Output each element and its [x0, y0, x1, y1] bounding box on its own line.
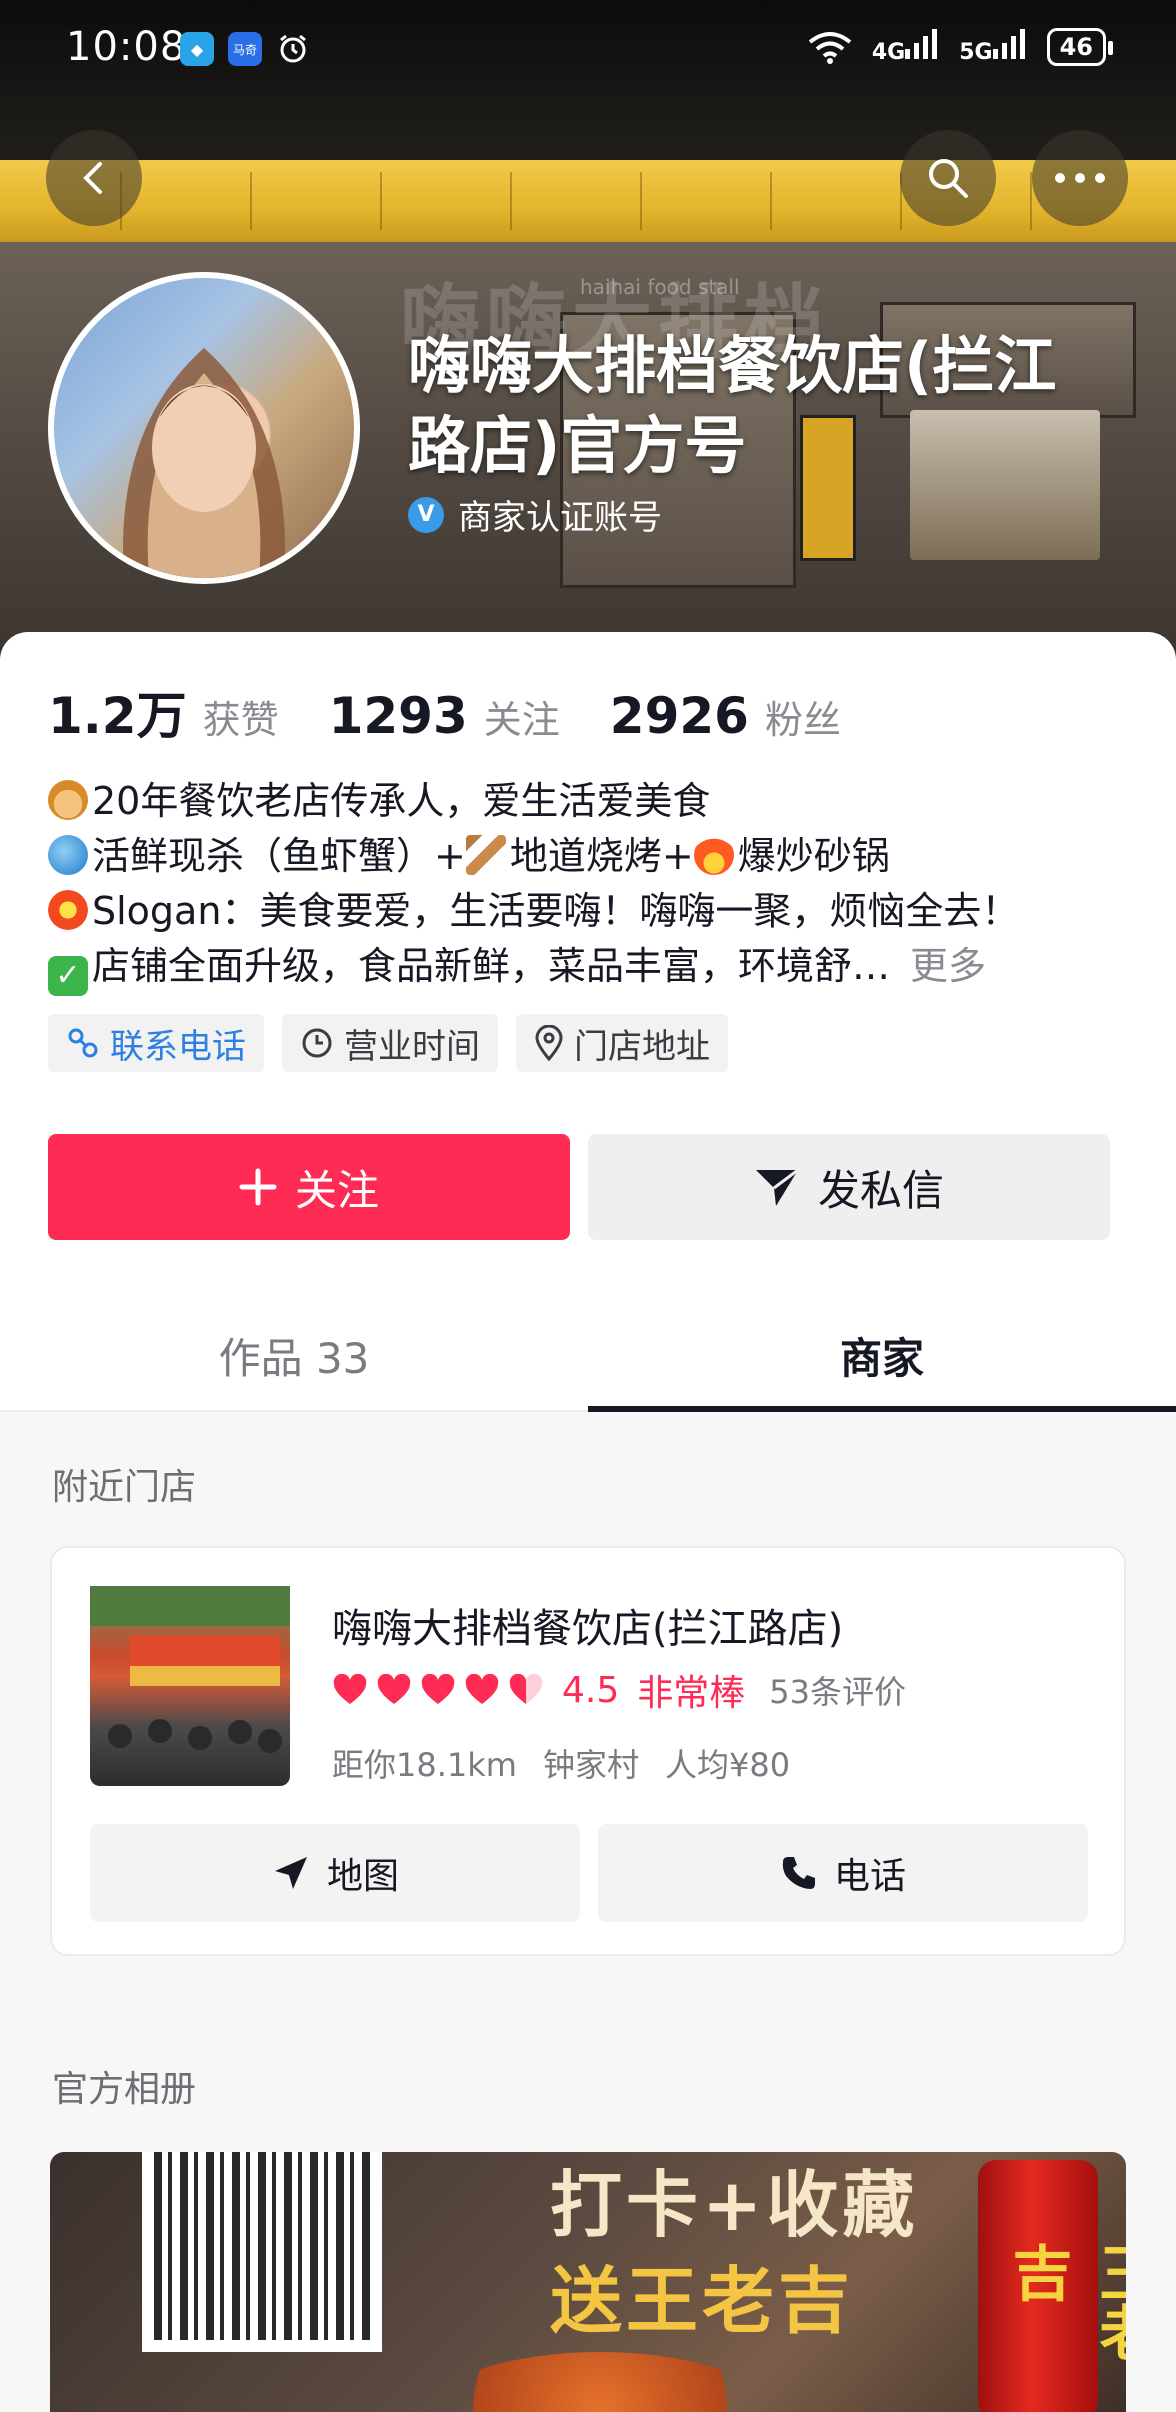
store-distance: 距你18.1km — [332, 1746, 517, 1784]
verified-badge-icon: V — [408, 496, 444, 533]
food-plate-image — [430, 2352, 770, 2412]
stat-label: 粉丝 — [764, 698, 841, 742]
call-label: 电话 — [833, 1856, 906, 1897]
verified-label: V 商家认证账号 — [408, 490, 662, 539]
wifi-icon — [808, 32, 852, 64]
stat-following[interactable]: 1293 关注 — [329, 687, 560, 745]
navigation-arrow-icon — [274, 1857, 307, 1889]
stat-value: 1293 — [328, 687, 468, 745]
stat-label: 关注 — [483, 698, 560, 742]
banner-sign-strip — [0, 160, 1176, 242]
phone-link-icon — [68, 1028, 98, 1058]
bio-more-link[interactable]: 更多 — [910, 944, 986, 988]
location-pin-icon — [535, 1025, 563, 1061]
nearby-stores-title: 附近门店 — [52, 1467, 197, 1508]
store-name: 嗨嗨大排档餐饮店(拦江路店) — [332, 1606, 844, 1652]
store-meta: 距你18.1km 钟家村 人均¥80 — [332, 1740, 790, 1786]
status-time: 10:08 — [66, 24, 187, 70]
app-notification-icon: 马奇 — [228, 32, 262, 66]
rating-word: 非常棒 — [637, 1673, 746, 1714]
drink-can-text: 王老吉 — [1002, 2242, 1126, 2362]
chip-phone[interactable]: 联系电话 — [48, 1014, 264, 1072]
woman-emoji-icon — [48, 780, 88, 820]
heart-rating-icon — [465, 1674, 499, 1704]
store-avg-price: 人均¥80 — [664, 1746, 791, 1784]
alarm-icon — [276, 32, 310, 66]
stat-value: 1.2万 — [48, 687, 187, 745]
official-album-title: 官方相册 — [52, 2069, 197, 2110]
boom-emoji-icon — [48, 890, 88, 930]
album-headline: 打卡+收藏 — [550, 2163, 919, 2247]
clock-icon — [302, 1028, 332, 1058]
profile-tabs: 作品 33 商家 — [0, 1300, 1176, 1412]
bio-line: 活鲜现杀（鱼虾蟹）+ 地道烧烤+ 爆炒砂锅 — [48, 829, 1128, 884]
bio-line: Slogan：美食要爱，生活要嗨！嗨嗨一聚，烦恼全去！ — [48, 884, 1128, 939]
follow-label: 关注 — [294, 1165, 379, 1215]
official-album-image[interactable]: 打卡+收藏 送王老吉 王老吉 — [50, 2152, 1126, 2412]
app-notification-icon: ◆ — [180, 32, 214, 66]
search-button[interactable] — [900, 130, 996, 226]
chip-hours[interactable]: 营业时间 — [282, 1014, 498, 1072]
heart-rating-icon — [333, 1674, 367, 1704]
store-card[interactable]: 嗨嗨大排档餐饮店(拦江路店) 4.5 非常棒 53条评价 距你18.1km 钟家… — [50, 1546, 1126, 1956]
chevron-left-icon — [83, 162, 102, 194]
stat-label: 获赞 — [202, 698, 279, 742]
message-button[interactable]: 发私信 — [588, 1134, 1110, 1240]
contact-chips: 联系电话 营业时间 门店地址 — [48, 1014, 728, 1072]
fire-emoji-icon — [693, 835, 734, 875]
tab-works[interactable]: 作品 33 — [0, 1300, 588, 1410]
wave-emoji-icon — [48, 835, 88, 875]
search-icon — [929, 159, 968, 198]
more-button[interactable] — [1032, 130, 1128, 226]
store-rating: 4.5 非常棒 53条评价 — [332, 1664, 906, 1716]
heart-rating-icon — [421, 1674, 455, 1704]
banner-shop-subtext: haihai food stall — [580, 275, 740, 299]
bio-line: 20年餐饮老店传承人，爱生活爱美食 — [48, 774, 1128, 829]
chip-address[interactable]: 门店地址 — [516, 1014, 728, 1072]
map-label: 地图 — [326, 1856, 399, 1897]
stats-row: 1.2万 获赞 1293 关注 2926 粉丝 — [48, 676, 891, 748]
chip-label: 门店地址 — [574, 1026, 710, 1067]
plus-icon — [239, 1168, 277, 1206]
profile-name: 嗨嗨大排档餐饮店(拦江路店)官方号 — [408, 329, 1057, 482]
message-label: 发私信 — [817, 1165, 944, 1215]
profile-bio[interactable]: 20年餐饮老店传承人，爱生活爱美食 活鲜现杀（鱼虾蟹）+ 地道烧烤+ 爆炒砂锅 Sl… — [48, 774, 1128, 996]
skewer-emoji-icon — [465, 835, 506, 875]
store-area: 钟家村 — [542, 1746, 639, 1784]
status-bar: 10:08 ◆ 马奇 4G 5G 46 — [0, 0, 1176, 100]
avatar[interactable] — [48, 272, 360, 584]
bio-line: ✓ 店铺全面升级，食品新鲜，菜品丰富，环境舒… 更多 — [48, 939, 1128, 996]
profile-banner: 嗨嗨大排档 haihai food stall 10:08 ◆ 马奇 4G 5G… — [0, 0, 1176, 680]
call-button[interactable]: 电话 — [598, 1824, 1088, 1922]
qr-code-image — [142, 2152, 382, 2352]
album-subheadline: 送王老吉 — [550, 2259, 855, 2343]
tab-merchant[interactable]: 商家 — [588, 1300, 1176, 1410]
stat-likes[interactable]: 1.2万 获赞 — [48, 676, 279, 748]
follow-button[interactable]: 关注 — [48, 1134, 570, 1240]
review-count[interactable]: 53条评价 — [769, 1667, 906, 1713]
back-button[interactable] — [46, 130, 142, 226]
heart-half-rating-icon — [509, 1674, 543, 1704]
stat-value: 2926 — [609, 687, 749, 745]
battery-icon: 46 — [1046, 28, 1114, 66]
send-icon — [755, 1168, 799, 1206]
signal-4g-icon: 4G — [872, 29, 939, 65]
profile-card: 1.2万 获赞 1293 关注 2926 粉丝 20年餐饮老店传承人，爱生活爱美… — [0, 632, 1176, 2412]
phone-icon — [782, 1857, 815, 1889]
verified-text: 商家认证账号 — [458, 498, 662, 538]
chip-label: 联系电话 — [110, 1026, 246, 1067]
status-app-icons: ◆ 马奇 — [180, 32, 310, 66]
rating-score: 4.5 — [562, 1669, 620, 1711]
heart-rating-icon — [377, 1674, 411, 1704]
store-thumbnail[interactable] — [90, 1586, 290, 1786]
check-emoji-icon: ✓ — [48, 956, 88, 996]
stat-followers[interactable]: 2926 粉丝 — [610, 687, 841, 745]
more-dots-icon — [1055, 173, 1105, 183]
chip-label: 营业时间 — [344, 1026, 480, 1067]
map-button[interactable]: 地图 — [90, 1824, 580, 1922]
signal-5g-icon: 5G — [959, 29, 1026, 65]
status-right-icons: 4G 5G 46 — [808, 28, 1114, 66]
